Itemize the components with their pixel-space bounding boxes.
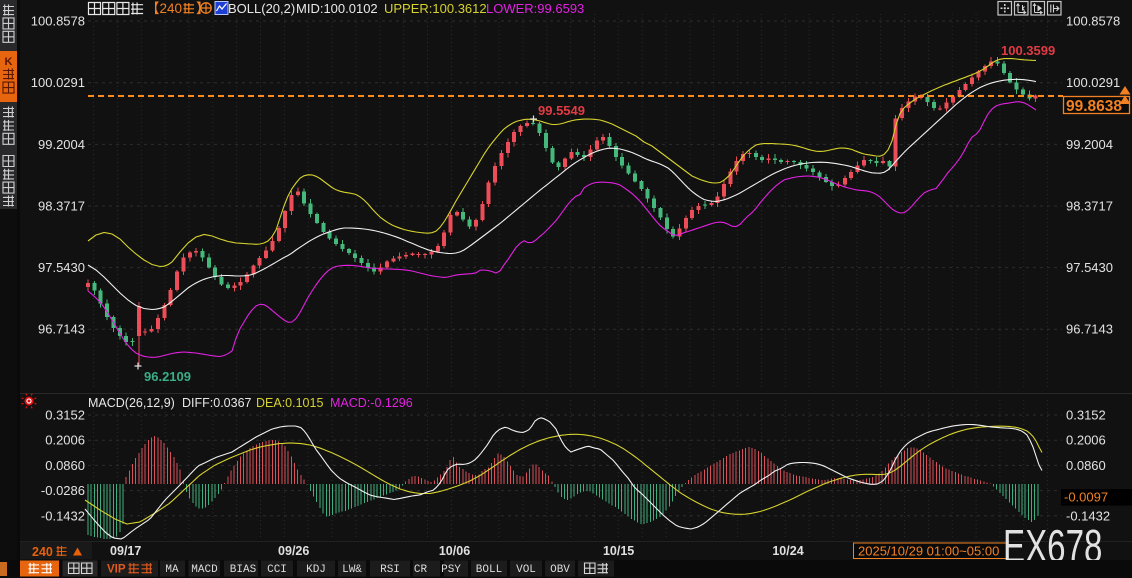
svg-text:96.7143: 96.7143 [1066, 322, 1113, 337]
svg-text:09/17: 09/17 [110, 544, 141, 558]
svg-text:0.0860: 0.0860 [1066, 458, 1106, 473]
svg-text:PSY: PSY [441, 564, 461, 576]
svg-text:0.3152: 0.3152 [1066, 408, 1106, 423]
svg-text:99.2004: 99.2004 [38, 137, 85, 152]
svg-text:0.3152: 0.3152 [45, 408, 85, 423]
svg-text:DEA:0.1015: DEA:0.1015 [256, 396, 323, 410]
svg-text:CCI: CCI [267, 564, 287, 576]
svg-text:10/24: 10/24 [772, 544, 803, 558]
svg-text:DIFF:0.0367: DIFF:0.0367 [182, 396, 252, 410]
svg-text:97.5430: 97.5430 [1066, 260, 1113, 275]
svg-text:OBV: OBV [550, 564, 570, 576]
svg-text:99.8638: 99.8638 [1066, 98, 1122, 115]
svg-text:VOL: VOL [516, 564, 536, 576]
svg-text:97.5430: 97.5430 [38, 260, 85, 275]
svg-text:0.2006: 0.2006 [45, 433, 85, 448]
svg-text:0.0860: 0.0860 [45, 458, 85, 473]
svg-text:MACD:-0.1296: MACD:-0.1296 [330, 396, 413, 410]
svg-text:10/15: 10/15 [603, 544, 634, 558]
svg-text:100.8578: 100.8578 [31, 14, 85, 29]
svg-text:100.0291: 100.0291 [31, 75, 85, 90]
svg-text:RSI: RSI [380, 564, 400, 576]
svg-text:100.0291: 100.0291 [1066, 75, 1120, 90]
svg-text:MACD: MACD [191, 564, 218, 576]
svg-text:MACD(26,12,9): MACD(26,12,9) [88, 396, 175, 410]
svg-text:BOLL: BOLL [476, 564, 502, 576]
svg-text:UPPER:100.3612: UPPER:100.3612 [384, 1, 487, 16]
svg-text:BIAS: BIAS [230, 564, 257, 576]
svg-text:LW&: LW& [342, 564, 362, 576]
svg-text:BOLL(20,2): BOLL(20,2) [228, 1, 295, 16]
svg-text:96.2109: 96.2109 [144, 369, 191, 384]
svg-text:98.3717: 98.3717 [38, 199, 85, 214]
svg-text:MA: MA [165, 564, 179, 576]
svg-text:K: K [5, 56, 13, 68]
svg-text:LOWER:99.6593: LOWER:99.6593 [486, 1, 584, 16]
svg-text:98.3717: 98.3717 [1066, 199, 1113, 214]
svg-text:VIP: VIP [107, 564, 126, 576]
svg-text:-0.0286: -0.0286 [41, 483, 85, 498]
svg-text:100.8578: 100.8578 [1066, 14, 1120, 29]
svg-text:10/06: 10/06 [439, 544, 470, 558]
svg-text:100.3599: 100.3599 [1001, 43, 1055, 58]
svg-text:-0.0097: -0.0097 [1064, 490, 1108, 505]
svg-text:-0.1432: -0.1432 [41, 508, 85, 523]
svg-text:99.5549: 99.5549 [538, 103, 585, 118]
svg-text:2025/10/29 01:00~05:00: 2025/10/29 01:00~05:00 [858, 544, 999, 559]
svg-text:CR: CR [414, 564, 428, 576]
svg-text:96.7143: 96.7143 [38, 322, 85, 337]
svg-text:09/26: 09/26 [278, 544, 309, 558]
svg-text:【240: 【240 [146, 1, 182, 16]
svg-text:0.2006: 0.2006 [1066, 433, 1106, 448]
svg-text:MID:100.0102: MID:100.0102 [296, 1, 378, 16]
svg-text:240: 240 [32, 545, 53, 559]
svg-text:KDJ: KDJ [306, 564, 326, 576]
svg-text:99.2004: 99.2004 [1066, 137, 1113, 152]
